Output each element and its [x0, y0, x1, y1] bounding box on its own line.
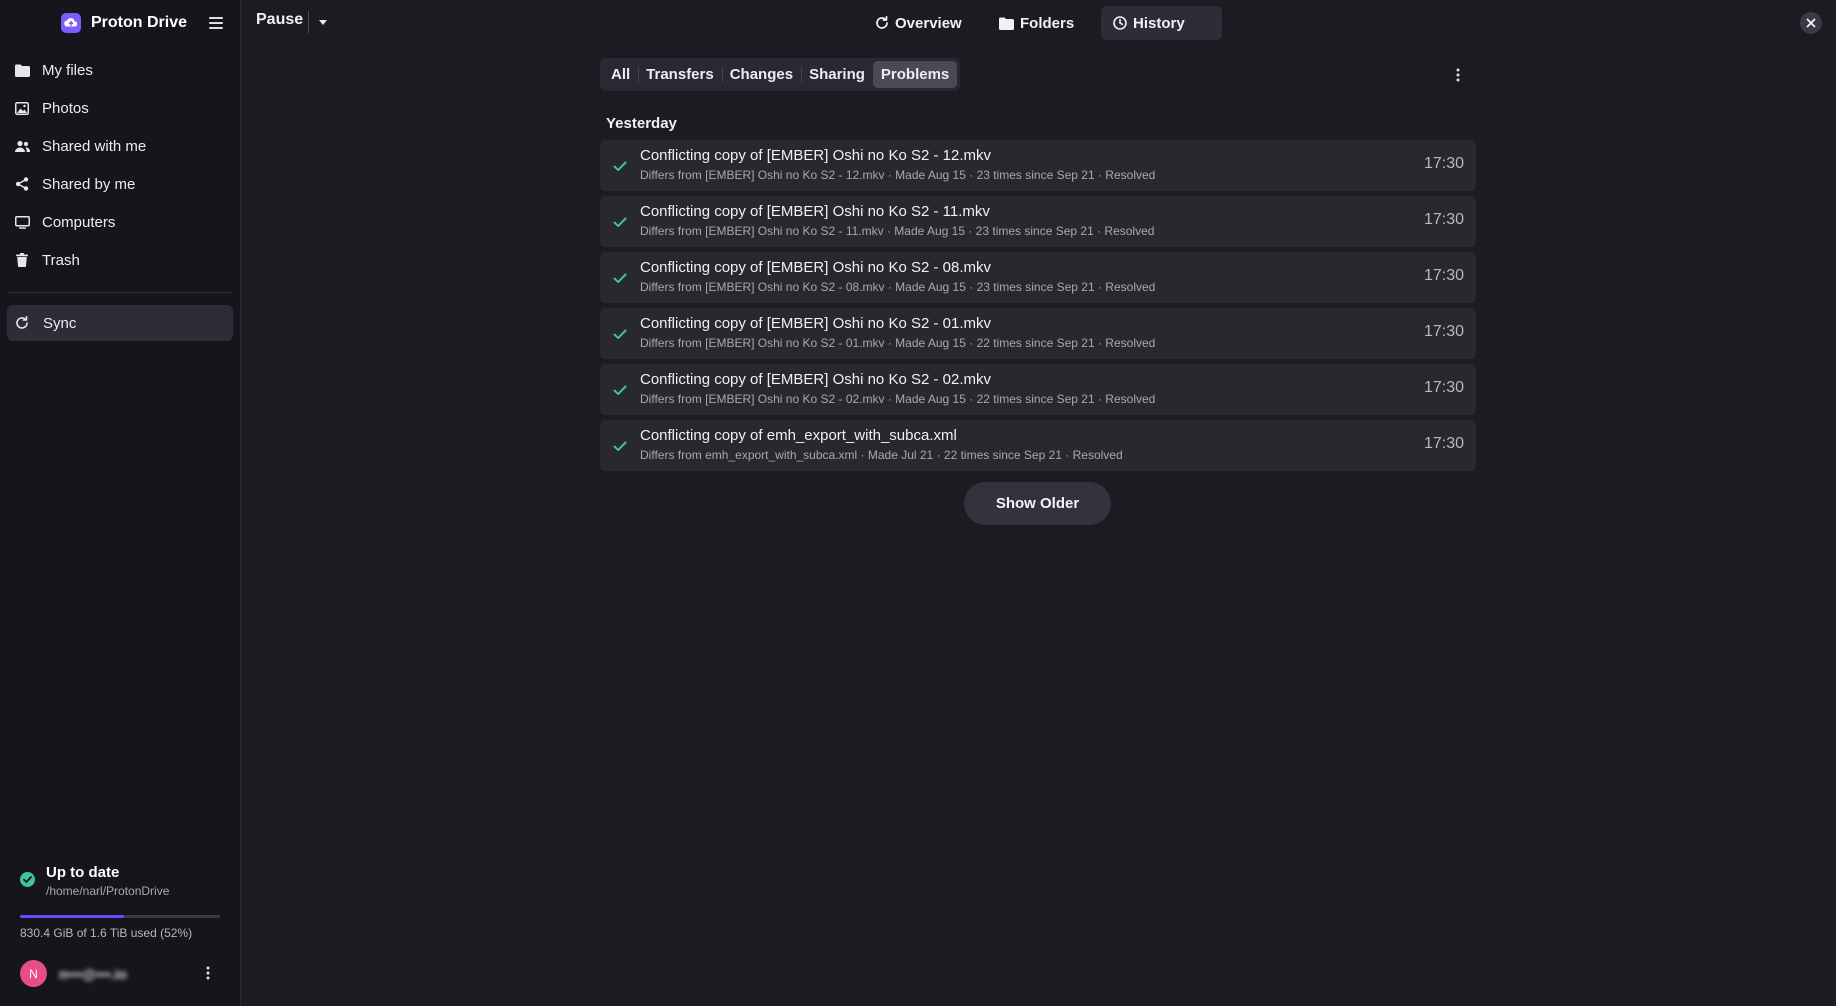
avatar: N [20, 960, 47, 987]
history-row[interactable]: Conflicting copy of [EMBER] Oshi no Ko S… [600, 140, 1476, 191]
row-detail: Differs from [EMBER] Oshi no Ko S2 - 02.… [640, 392, 1156, 406]
row-detail: Differs from [EMBER] Oshi no Ko S2 - 08.… [640, 280, 1156, 294]
row-time: 17:30 [1423, 211, 1464, 228]
row-time: 17:30 [1423, 435, 1464, 452]
history-row[interactable]: Conflicting copy of [EMBER] Oshi no Ko S… [600, 308, 1476, 359]
show-older-button[interactable]: Show Older [964, 482, 1111, 525]
history-row[interactable]: Conflicting copy of emh_export_with_subc… [600, 420, 1476, 471]
folder-icon [14, 62, 30, 78]
top-bar: Pause Overview Folders History [241, 0, 1836, 46]
section-heading: Yesterday [606, 115, 677, 132]
check-icon [613, 161, 627, 171]
history-row[interactable]: Conflicting copy of [EMBER] Oshi no Ko S… [600, 252, 1476, 303]
sidebar-item-shared-by-me[interactable]: Shared by me [0, 165, 240, 203]
more-vertical-icon[interactable] [200, 964, 216, 982]
folder-icon [999, 17, 1014, 30]
check-icon [613, 273, 627, 283]
image-icon [14, 100, 30, 116]
storage-usage-bar [20, 915, 220, 918]
check-circle-icon [20, 872, 35, 887]
row-detail: Differs from [EMBER] Oshi no Ko S2 - 11.… [640, 224, 1155, 238]
tab-overview[interactable]: Overview [863, 6, 974, 40]
row-title: Conflicting copy of [EMBER] Oshi no Ko S… [640, 147, 991, 164]
sidebar-nav: My files Photos Shared with me Shared by… [0, 51, 240, 279]
check-icon [613, 329, 627, 339]
sidebar-item-sync[interactable]: Sync [7, 305, 233, 341]
hamburger-menu-icon[interactable] [207, 14, 225, 32]
users-icon [14, 138, 30, 154]
storage-usage-text: 830.4 GiB of 1.6 TiB used (52%) [20, 926, 193, 940]
tab-label: History [1133, 14, 1185, 32]
brand[interactable]: Proton Drive [61, 12, 187, 34]
tab-label: Folders [1020, 14, 1075, 32]
history-list: Conflicting copy of [EMBER] Oshi no Ko S… [600, 140, 1476, 476]
check-icon [613, 217, 627, 227]
history-filter-bar: All Transfers Changes Sharing Problems [600, 58, 961, 91]
row-title: Conflicting copy of [EMBER] Oshi no Ko S… [640, 203, 990, 220]
row-detail: Differs from [EMBER] Oshi no Ko S2 - 12.… [640, 168, 1156, 182]
close-icon [1806, 18, 1816, 28]
filter-problems[interactable]: Problems [872, 61, 958, 88]
filter-changes[interactable]: Changes [721, 61, 801, 88]
pause-button[interactable]: Pause [256, 11, 303, 29]
caret-down-icon[interactable] [316, 14, 330, 30]
close-button[interactable] [1800, 12, 1822, 34]
check-icon [613, 441, 627, 451]
more-options-icon[interactable] [1450, 65, 1466, 85]
refresh-icon [15, 315, 31, 331]
row-title: Conflicting copy of emh_export_with_subc… [640, 427, 957, 444]
sidebar-item-photos[interactable]: Photos [0, 89, 240, 127]
row-title: Conflicting copy of [EMBER] Oshi no Ko S… [640, 315, 991, 332]
clock-icon [1113, 16, 1127, 30]
filter-sharing[interactable]: Sharing [801, 61, 873, 88]
sidebar-item-label: Sync [43, 314, 77, 332]
row-time: 17:30 [1423, 323, 1464, 340]
refresh-icon [876, 16, 888, 29]
row-time: 17:30 [1423, 267, 1464, 284]
check-icon [613, 385, 627, 395]
sidebar-item-label: Photos [42, 99, 89, 117]
history-row[interactable]: Conflicting copy of [EMBER] Oshi no Ko S… [600, 364, 1476, 415]
history-row[interactable]: Conflicting copy of [EMBER] Oshi no Ko S… [600, 196, 1476, 247]
monitor-icon [14, 214, 30, 230]
row-detail: Differs from emh_export_with_subca.xml ·… [640, 448, 1123, 462]
status-title: Up to date [46, 864, 120, 881]
share-icon [14, 176, 30, 192]
trash-icon [14, 252, 30, 268]
sidebar: Proton Drive My files Photos Shared with… [0, 0, 241, 1006]
tab-history[interactable]: History [1101, 6, 1222, 40]
sidebar-item-shared-with-me[interactable]: Shared with me [0, 127, 240, 165]
row-detail: Differs from [EMBER] Oshi no Ko S2 - 01.… [640, 336, 1156, 350]
account[interactable]: N n•••@•••.io [20, 960, 127, 987]
sidebar-item-label: My files [42, 61, 93, 79]
sidebar-item-trash[interactable]: Trash [0, 241, 240, 279]
sidebar-item-label: Shared by me [42, 175, 136, 193]
proton-drive-logo-icon [61, 13, 81, 33]
account-email: n•••@•••.io [59, 965, 127, 982]
row-time: 17:30 [1423, 379, 1464, 396]
row-time: 17:30 [1423, 155, 1464, 172]
sidebar-item-label: Computers [42, 213, 116, 231]
sync-folder-path: /home/narl/ProtonDrive [46, 884, 170, 898]
row-title: Conflicting copy of [EMBER] Oshi no Ko S… [640, 371, 991, 388]
pause-divider [308, 11, 309, 33]
sidebar-item-computers[interactable]: Computers [0, 203, 240, 241]
tab-label: Overview [895, 14, 962, 32]
sidebar-divider [7, 292, 233, 293]
row-title: Conflicting copy of [EMBER] Oshi no Ko S… [640, 259, 991, 276]
sidebar-item-my-files[interactable]: My files [0, 51, 240, 89]
storage-usage-fill [20, 915, 124, 918]
filter-all[interactable]: All [603, 61, 638, 88]
sidebar-item-label: Shared with me [42, 137, 147, 155]
app-name: Proton Drive [91, 14, 188, 31]
tab-folders[interactable]: Folders [987, 6, 1086, 40]
sidebar-item-label: Trash [42, 251, 80, 269]
filter-transfers[interactable]: Transfers [638, 61, 722, 88]
